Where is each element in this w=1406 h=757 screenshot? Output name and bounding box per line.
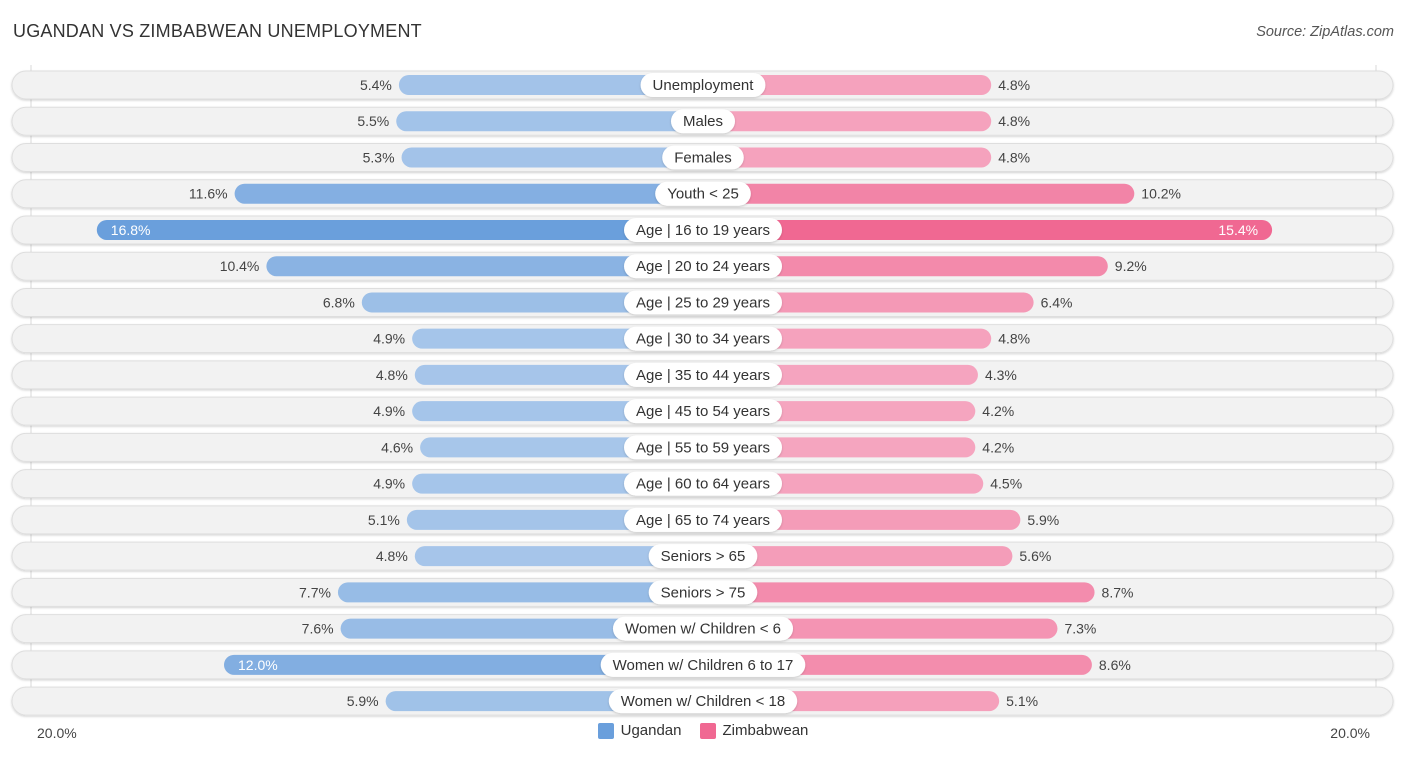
value-label-ugandan: 5.1% bbox=[368, 512, 400, 528]
category-label: Youth < 25 bbox=[667, 186, 739, 203]
value-label-ugandan: 4.9% bbox=[373, 476, 405, 492]
value-label-zimbabwean: 4.8% bbox=[998, 113, 1030, 129]
value-label-ugandan: 5.3% bbox=[363, 149, 395, 165]
value-label-zimbabwean: 10.2% bbox=[1141, 186, 1181, 202]
chart-row: 12.0% 8.6% Women w/ Children 6 to 17 bbox=[11, 650, 1394, 680]
chart-row: 6.8% 6.4% Age | 25 to 29 years bbox=[11, 287, 1394, 317]
category-label: Age | 25 to 29 years bbox=[636, 294, 770, 311]
value-label-zimbabwean: 4.8% bbox=[998, 149, 1030, 165]
value-label-ugandan: 5.5% bbox=[357, 113, 389, 129]
chart-row: 5.5% 4.8% Males bbox=[11, 106, 1394, 136]
value-label-zimbabwean: 6.4% bbox=[1041, 294, 1073, 310]
legend-label-ugandan: Ugandan bbox=[620, 722, 682, 739]
value-label-zimbabwean: 8.7% bbox=[1102, 584, 1134, 600]
value-label-zimbabwean: 4.3% bbox=[985, 367, 1017, 383]
value-label-ugandan: 10.4% bbox=[220, 258, 260, 274]
bar-ugandan bbox=[401, 147, 703, 168]
value-label-zimbabwean: 8.6% bbox=[1099, 657, 1131, 673]
value-label-zimbabwean: 4.8% bbox=[998, 331, 1030, 347]
chart-row: 4.9% 4.5% Age | 60 to 64 years bbox=[11, 469, 1394, 499]
category-label: Age | 55 to 59 years bbox=[636, 439, 770, 456]
category-label: Age | 45 to 54 years bbox=[636, 403, 770, 420]
value-label-zimbabwean: 5.9% bbox=[1027, 512, 1059, 528]
category-label: Age | 60 to 64 years bbox=[636, 476, 770, 493]
category-label: Males bbox=[683, 113, 723, 130]
chart-row: 4.9% 4.2% Age | 45 to 54 years bbox=[11, 396, 1394, 426]
category-label: Women w/ Children < 18 bbox=[621, 693, 785, 710]
value-label-zimbabwean: 7.3% bbox=[1064, 621, 1096, 637]
category-label: Seniors > 65 bbox=[661, 548, 746, 565]
chart-row: 5.1% 5.9% Age | 65 to 74 years bbox=[11, 505, 1394, 535]
value-label-ugandan: 12.0% bbox=[238, 657, 278, 673]
bar-ugandan bbox=[337, 582, 703, 603]
chart-row: 4.6% 4.2% Age | 55 to 59 years bbox=[11, 432, 1394, 462]
value-label-zimbabwean: 4.2% bbox=[982, 403, 1014, 419]
value-label-ugandan: 4.8% bbox=[376, 548, 408, 564]
value-label-ugandan: 11.6% bbox=[189, 186, 228, 202]
value-label-zimbabwean: 15.4% bbox=[1218, 222, 1258, 238]
chart-row: 7.7% 8.7% Seniors > 75 bbox=[11, 577, 1394, 607]
chart-row: 5.4% 4.8% Unemployment bbox=[11, 70, 1394, 100]
category-label: Women w/ Children < 6 bbox=[625, 621, 781, 638]
chart-row: 11.6% 10.2% Youth < 25 bbox=[11, 179, 1394, 209]
bar-ugandan bbox=[234, 183, 703, 204]
category-label: Unemployment bbox=[653, 77, 755, 94]
category-label: Age | 20 to 24 years bbox=[636, 258, 770, 275]
value-label-ugandan: 4.9% bbox=[373, 403, 405, 419]
value-label-ugandan: 16.8% bbox=[111, 222, 151, 238]
value-label-ugandan: 4.9% bbox=[373, 331, 405, 347]
value-label-ugandan: 4.6% bbox=[381, 439, 413, 455]
category-label: Age | 16 to 19 years bbox=[636, 222, 770, 239]
value-label-zimbabwean: 4.8% bbox=[998, 77, 1030, 93]
legend-item-ugandan[interactable]: Ugandan bbox=[597, 722, 682, 739]
legend-swatch-ugandan bbox=[597, 722, 614, 739]
value-label-ugandan: 4.8% bbox=[376, 367, 408, 383]
value-label-zimbabwean: 5.6% bbox=[1019, 548, 1051, 564]
value-label-ugandan: 6.8% bbox=[323, 294, 355, 310]
bar-ugandan bbox=[396, 111, 703, 132]
value-label-zimbabwean: 5.1% bbox=[1006, 693, 1038, 709]
bar-ugandan bbox=[96, 219, 704, 240]
bar-zimbabwean bbox=[703, 582, 1095, 603]
category-label: Females bbox=[674, 149, 732, 166]
category-label: Seniors > 75 bbox=[661, 584, 746, 601]
chart-area: 5.4% 4.8% Unemployment 5.5% 4.8% Males 5.3% 4.8… bbox=[11, 65, 1394, 716]
value-label-zimbabwean: 4.2% bbox=[982, 439, 1014, 455]
category-label: Age | 30 to 34 years bbox=[636, 331, 770, 348]
chart-row: 10.4% 9.2% Age | 20 to 24 years bbox=[11, 251, 1394, 281]
category-label: Age | 35 to 44 years bbox=[636, 367, 770, 384]
legend-item-zimbabwean[interactable]: Zimbabwean bbox=[699, 722, 809, 739]
value-label-ugandan: 7.6% bbox=[302, 621, 334, 637]
bar-zimbabwean bbox=[703, 219, 1273, 240]
legend: Ugandan Zimbabwean bbox=[0, 722, 1406, 739]
value-label-zimbabwean: 9.2% bbox=[1115, 258, 1147, 274]
chart-row: 5.9% 5.1% Women w/ Children < 18 bbox=[11, 686, 1394, 716]
bar-zimbabwean bbox=[703, 147, 992, 168]
value-label-ugandan: 5.9% bbox=[347, 693, 379, 709]
chart-row: 7.6% 7.3% Women w/ Children < 6 bbox=[11, 614, 1394, 644]
chart-row: 16.8% 15.4% Age | 16 to 19 years bbox=[11, 215, 1394, 245]
chart-row: 4.8% 4.3% Age | 35 to 44 years bbox=[11, 360, 1394, 390]
chart-row: 4.9% 4.8% Age | 30 to 34 years bbox=[11, 324, 1394, 354]
chart-row: 4.8% 5.6% Seniors > 65 bbox=[11, 541, 1394, 571]
chart-row: 5.3% 4.8% Females bbox=[11, 142, 1394, 172]
legend-swatch-zimbabwean bbox=[699, 722, 716, 739]
value-label-zimbabwean: 4.5% bbox=[990, 476, 1022, 492]
value-label-ugandan: 7.7% bbox=[299, 584, 331, 600]
category-label: Age | 65 to 74 years bbox=[636, 512, 770, 529]
bar-zimbabwean bbox=[703, 111, 992, 132]
bar-zimbabwean bbox=[703, 183, 1135, 204]
category-label: Women w/ Children 6 to 17 bbox=[613, 657, 794, 674]
value-label-ugandan: 5.4% bbox=[360, 77, 392, 93]
legend-label-zimbabwean: Zimbabwean bbox=[722, 722, 809, 739]
